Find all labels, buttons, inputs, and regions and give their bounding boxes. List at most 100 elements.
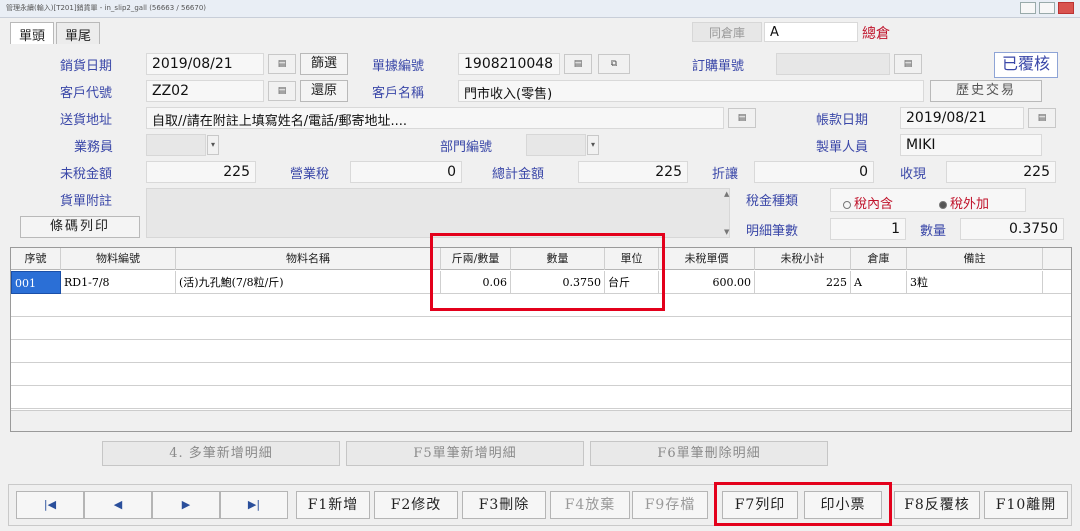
history-button[interactable]: 歷史交易 [930,80,1042,102]
dept-select[interactable] [526,134,586,156]
col-subtotal[interactable]: 未稅小計 [755,248,851,270]
salesperson-label: 業務員 [74,140,114,155]
maker-field: MIKI [900,134,1042,156]
last-record-icon[interactable]: ▶| [220,491,288,519]
sale-date-field[interactable]: 2019/08/21 [146,53,264,75]
pretax-label: 未稅金額 [60,167,113,182]
received-field[interactable]: 225 [946,161,1056,183]
scroll-up-icon[interactable]: ▲ [724,190,729,198]
cell-unit-price[interactable]: 600.00 [659,271,755,294]
highlight-qty-unit-columns [430,233,665,311]
col-warehouse[interactable]: 倉庫 [851,248,907,270]
received-label: 收現 [900,167,927,182]
f3-delete-button[interactable]: F3刪除 [462,491,546,519]
tax-inclusive-radio[interactable]: 稅內含 [843,193,893,212]
col-seq[interactable]: 序號 [11,248,61,270]
barcode-print-button[interactable]: 條碼列印 [20,216,140,238]
customer-code-field[interactable]: ZZ02 [146,80,264,102]
detail-count-label: 明細筆數 [746,224,799,239]
salesperson-dropdown-icon[interactable]: ▾ [207,135,219,155]
store-name: 總倉 [862,26,890,42]
dept-label: 部門編號 [440,140,493,155]
order-no-field[interactable] [776,53,890,75]
f1-new-button[interactable]: F1新增 [296,491,370,519]
order-lookup-icon[interactable]: ▤ [894,54,922,74]
discount-label: 折讓 [712,167,739,182]
empty-row[interactable] [11,317,1071,340]
status-stamp: 已覆核 [994,52,1058,78]
empty-row[interactable] [11,386,1071,409]
minimize-icon[interactable] [1020,2,1036,14]
same-store-label: 同倉庫 [692,22,762,42]
pretax-field: 225 [146,161,256,183]
customer-lookup-icon[interactable]: ▤ [268,81,296,101]
close-icon[interactable] [1058,2,1074,14]
empty-row[interactable] [11,363,1071,386]
horizontal-scrollbar[interactable] [11,410,1071,431]
cell-item-code[interactable]: RD1-7/8 [61,271,176,294]
cell-warehouse[interactable]: A [851,271,907,294]
filter-button[interactable]: 篩選 [300,53,348,75]
delete-detail-button[interactable]: F6單筆刪除明細 [590,441,828,466]
next-record-icon[interactable]: ▶ [152,491,220,519]
highlight-print-buttons [714,482,892,526]
restore-button[interactable]: 還原 [300,80,348,102]
prev-record-icon[interactable]: ◀ [84,491,152,519]
f8-unapprove-button[interactable]: F8反覆核 [894,491,980,519]
tab-footer[interactable]: 單尾 [56,22,101,44]
empty-row[interactable] [11,340,1071,363]
address-field[interactable]: 自取//請在附註上填寫姓名/電話/郵寄地址.... [146,107,724,129]
total-field: 225 [578,161,688,183]
multi-add-detail-button[interactable]: 4. 多筆新增明細 [102,441,340,466]
window-controls [1020,2,1074,14]
single-add-detail-button[interactable]: F5單筆新增明細 [346,441,584,466]
slip-no-label: 單據編號 [372,59,425,74]
customer-name-field[interactable]: 門市收入(零售) [458,80,924,102]
tab-header[interactable]: 單頭 [10,22,55,44]
maker-label: 製單人員 [816,140,869,155]
ledger-date-label: 帳款日期 [816,113,869,128]
slip-no-field[interactable]: 1908210048 [458,53,560,75]
first-record-icon[interactable]: |◀ [16,491,84,519]
salesperson-select[interactable] [146,134,206,156]
customer-code-label: 客戶代號 [60,86,113,101]
customer-name-label: 客戶名稱 [372,86,425,101]
cell-subtotal[interactable]: 225 [755,271,851,294]
tax-field[interactable]: 0 [350,161,462,183]
f10-exit-button[interactable]: F10離開 [984,491,1068,519]
qty-label: 數量 [920,224,947,239]
maximize-icon[interactable] [1039,2,1055,14]
discount-field[interactable]: 0 [754,161,874,183]
cell-seq[interactable]: 001 [11,271,61,294]
address-lookup-icon[interactable]: ▤ [728,108,756,128]
tax-type-group: 稅內含 稅外加 [830,188,1026,212]
ledger-date-field[interactable]: 2019/08/21 [900,107,1024,129]
tax-type-label: 稅金種類 [746,194,799,209]
col-item-code[interactable]: 物料編號 [61,248,176,270]
ledger-date-picker-icon[interactable]: ▤ [1028,108,1056,128]
sale-date-label: 銷貨日期 [60,59,113,74]
note-textarea[interactable] [146,188,730,238]
window-title: 管理永續(輸入)[T201]銷貨單 - in_slip2_gall (56663… [6,4,207,12]
total-label: 總計金額 [492,167,545,182]
col-remark[interactable]: 備註 [907,248,1043,270]
window-titlebar: 管理永續(輸入)[T201]銷貨單 - in_slip2_gall (56663… [0,0,1080,18]
same-store-select[interactable]: A [764,22,858,42]
tax-exclusive-radio[interactable]: 稅外加 [939,193,989,212]
tax-label: 營業稅 [290,167,330,182]
note-label: 貨單附註 [60,194,113,209]
scroll-down-icon[interactable]: ▼ [724,228,729,236]
date-picker-icon[interactable]: ▤ [268,54,296,74]
f9-save-button[interactable]: F9存檔 [632,491,708,519]
col-unit-price[interactable]: 未稅單價 [659,248,755,270]
address-label: 送貨地址 [60,113,113,128]
cell-remark[interactable]: 3粒 [907,271,1043,294]
f4-cancel-button[interactable]: F4放棄 [550,491,630,519]
dept-dropdown-icon[interactable]: ▾ [587,135,599,155]
order-no-label: 訂購單號 [692,59,745,74]
slip-lookup-icon[interactable]: ▤ [564,54,592,74]
col-item-name[interactable]: 物料名稱 [176,248,441,270]
slip-copy-icon[interactable]: ⧉ [598,54,630,74]
f2-edit-button[interactable]: F2修改 [374,491,458,519]
cell-item-name[interactable]: (活)九孔鮑(7/8粒/斤) [176,271,441,294]
